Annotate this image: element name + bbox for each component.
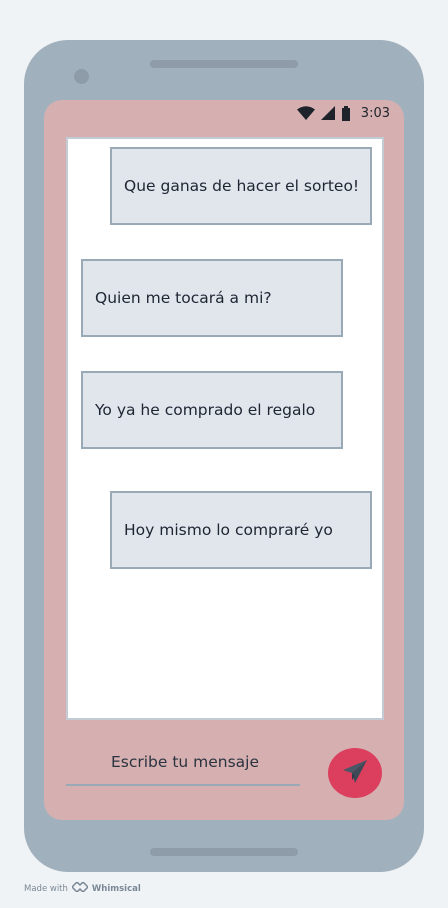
made-with-label: Made with (24, 883, 68, 894)
message-composer (66, 742, 304, 786)
paper-plane-icon (341, 758, 369, 789)
status-bar: 3:03 (296, 104, 390, 122)
message-text: Quien me tocará a mi? (95, 289, 272, 307)
phone-screen: 3:03 Que ganas de hacer el sorteo! Quien… (44, 100, 404, 820)
message-bubble-sent: Que ganas de hacer el sorteo! (110, 147, 372, 225)
message-bubble-received: Yo ya he comprado el regalo (81, 371, 343, 449)
made-with-footer[interactable]: Made with Whimsical (24, 880, 141, 895)
message-text: Hoy mismo lo compraré yo (124, 521, 333, 539)
page: 3:03 Que ganas de hacer el sorteo! Quien… (0, 0, 448, 908)
phone-frame: 3:03 Que ganas de hacer el sorteo! Quien… (24, 40, 424, 872)
message-text: Yo ya he comprado el regalo (95, 401, 316, 419)
status-time: 3:03 (360, 105, 390, 121)
speaker-grille (150, 60, 298, 68)
whimsical-brand: Whimsical (91, 883, 141, 894)
chat-area: Que ganas de hacer el sorteo! Quien me t… (66, 137, 384, 720)
message-bubble-received: Quien me tocará a mi? (81, 259, 343, 337)
home-bar (150, 848, 298, 856)
message-text: Que ganas de hacer el sorteo! (124, 177, 360, 195)
message-bubble-sent: Hoy mismo lo compraré yo (110, 491, 372, 569)
message-input[interactable] (66, 742, 304, 782)
send-button[interactable] (328, 748, 382, 798)
front-camera (74, 69, 89, 84)
cellular-signal-icon (320, 106, 335, 120)
whimsical-logo-icon (70, 880, 89, 895)
battery-icon (341, 105, 351, 121)
wifi-icon (296, 106, 315, 120)
